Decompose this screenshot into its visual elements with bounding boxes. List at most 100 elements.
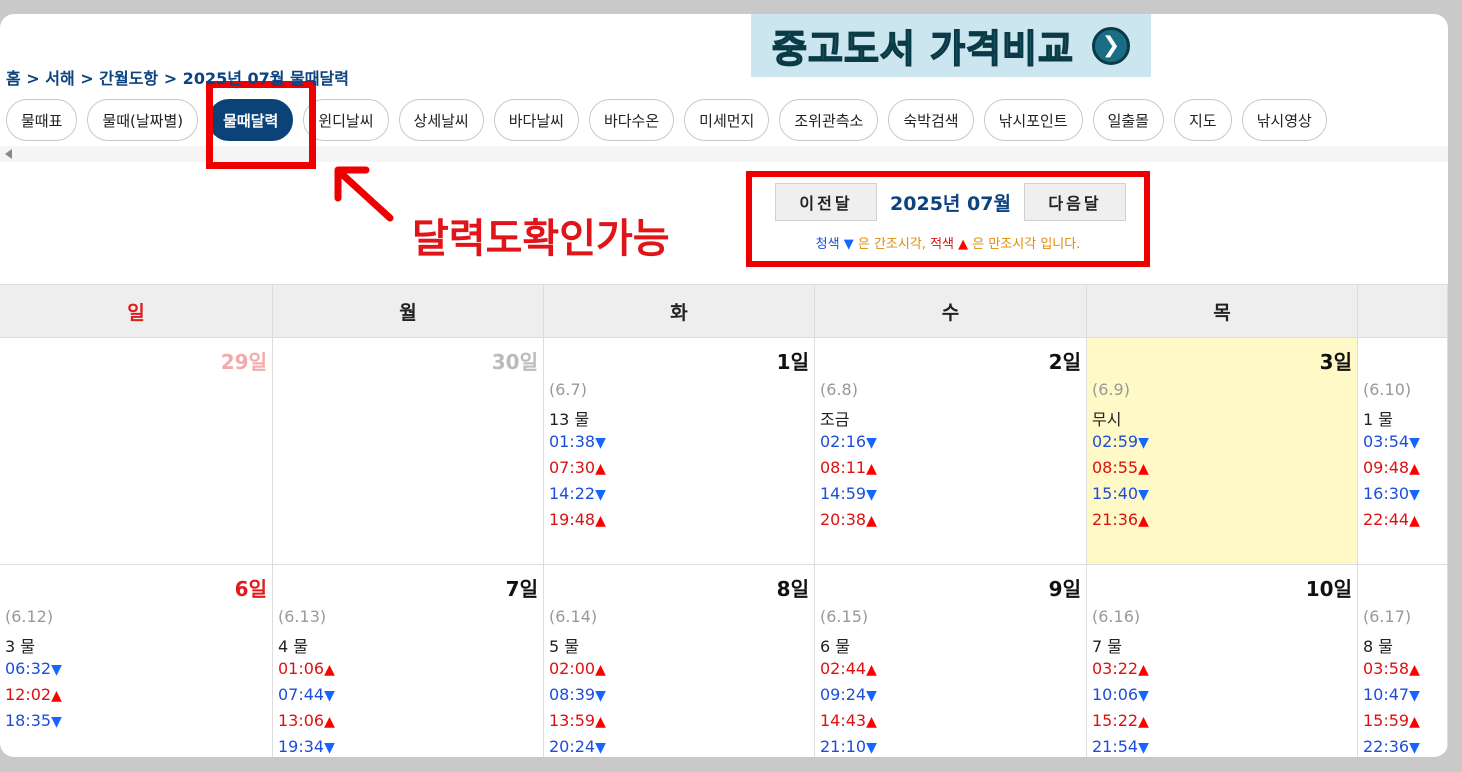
weekday-label: 일 — [0, 285, 273, 337]
tide-time-text: 19:34 — [278, 737, 325, 756]
up-triangle-icon: ▲ — [51, 688, 62, 704]
high-tide-time: 15:59▲ — [1363, 711, 1442, 737]
lunar-date: (6.14) — [549, 607, 598, 626]
tab-10[interactable]: 낚시포인트 — [983, 99, 1083, 141]
low-tide-time: 14:59▼ — [820, 484, 1081, 510]
low-tide-time: 08:39▼ — [549, 685, 809, 711]
calendar-day-cell[interactable]: (6.17) 8 물 03:58▲ 10:47▼ 15:59▲ 22:36▼ — [1358, 565, 1448, 757]
tide-time-text: 09:24 — [820, 685, 867, 704]
tab-4[interactable]: 상세날씨 — [398, 99, 484, 141]
calendar-day-cell[interactable]: 6일 (6.12) 3 물 06:32▼ 12:02▲ 18:35▼ — [0, 565, 273, 757]
down-triangle-icon: ▼ — [866, 688, 877, 704]
calendar-body: 29일 30일 1일 (6.7) 13 물 01:38▼ 07:30▲ 14:22▼ 19:48… — [0, 338, 1448, 757]
page-card: 중고도서 가격비교 ❯ 홈 > 서해 > 간월도항 > 2025년 07월 물때… — [0, 14, 1448, 757]
lunar-date: (6.13) — [278, 607, 327, 626]
calendar-day-cell[interactable]: 9일 (6.15) 6 물 02:44▲ 09:24▼ 14:43▲ 21:10▼ — [815, 565, 1087, 757]
highlight-box-calendar-tab — [206, 81, 316, 169]
high-tide-time: 21:36▲ — [1092, 510, 1352, 536]
tide-phase: 13 물 — [549, 410, 590, 429]
tide-phase: 조금 — [820, 410, 850, 429]
tab-6[interactable]: 바다수온 — [588, 99, 675, 141]
tab-12[interactable]: 지도 — [1173, 99, 1232, 141]
tab-5[interactable]: 바다날씨 — [493, 99, 579, 141]
lunar-date: (6.8) — [820, 380, 858, 399]
calendar-day-cell[interactable]: 3일 (6.9) 무시 02:59▼ 08:55▲ 15:40▼ 21:36▲ — [1087, 338, 1358, 564]
tab-8[interactable]: 조위관측소 — [779, 99, 879, 141]
high-tide-time: 19:48▲ — [549, 510, 809, 536]
low-tide-time: 14:22▼ — [549, 484, 809, 510]
next-month-button[interactable]: 다음달 — [1024, 183, 1126, 221]
up-triangle-icon: ▲ — [866, 513, 877, 529]
tide-time-text: 14:22 — [549, 484, 596, 503]
day-number — [1363, 346, 1442, 376]
ad-banner[interactable]: 중고도서 가격비교 ❯ — [751, 14, 1151, 77]
high-tide-time: 13:06▲ — [278, 711, 538, 737]
calendar-day-cell[interactable]: (6.10) 1 물 03:54▼ 09:48▲ 16:30▼ 22:44▲ — [1358, 338, 1448, 564]
calendar-day-cell[interactable]: 2일 (6.8) 조금 02:16▼ 08:11▲ 14:59▼ 20:38▲ — [815, 338, 1087, 564]
tab-13[interactable]: 낚시영상 — [1241, 99, 1327, 141]
down-triangle-icon: ▼ — [51, 662, 62, 678]
annotation-text: 달력도확인가능 — [412, 216, 670, 262]
low-tide-time: 15:40▼ — [1092, 484, 1352, 510]
low-tide-time: 18:35▼ — [5, 711, 267, 737]
calendar-day-cell[interactable]: 30일 — [273, 338, 544, 564]
up-triangle-icon: ▲ — [1138, 714, 1149, 730]
day-number: 30일 — [491, 350, 538, 374]
tide-time-text: 07:44 — [278, 685, 325, 704]
high-tide-time: 03:22▲ — [1092, 659, 1352, 685]
up-triangle-icon: ▲ — [1409, 513, 1420, 529]
weekday-label: 화 — [544, 285, 815, 337]
tide-time-text: 13:06 — [278, 711, 325, 730]
tide-time-text: 02:59 — [1092, 432, 1139, 451]
tide-phase: 6 물 — [820, 637, 850, 656]
lunar-date: (6.10) — [1363, 380, 1412, 399]
tide-phase: 3 물 — [5, 637, 35, 656]
legend-red-label: 적색 — [930, 237, 954, 252]
calendar-day-cell[interactable]: 8일 (6.14) 5 물 02:00▲ 08:39▼ 13:59▲ 20:24▼ — [544, 565, 815, 757]
tide-phase: 5 물 — [549, 637, 579, 656]
tab-9[interactable]: 숙박검색 — [888, 99, 974, 141]
tide-time-text: 07:30 — [549, 458, 596, 477]
tide-time-text: 19:48 — [549, 510, 596, 529]
calendar-day-cell[interactable]: 1일 (6.7) 13 물 01:38▼ 07:30▲ 14:22▼ 19:48▲ — [544, 338, 815, 564]
tab-7[interactable]: 미세먼지 — [684, 99, 770, 141]
tab-1[interactable]: 물때(날짜별) — [87, 99, 199, 141]
tide-time-text: 10:47 — [1363, 685, 1410, 704]
high-tide-time: 02:44▲ — [820, 659, 1081, 685]
tab-3[interactable]: 윈디날씨 — [303, 99, 389, 141]
low-tide-time: 02:59▼ — [1092, 432, 1352, 458]
up-triangle-icon: ▲ — [324, 662, 335, 678]
up-triangle-icon: ▲ — [324, 714, 335, 730]
scroll-left-arrow-icon[interactable] — [5, 149, 12, 159]
tide-time-text: 20:38 — [820, 510, 867, 529]
up-triangle-icon: ▲ — [595, 461, 606, 477]
lunar-date: (6.9) — [1092, 380, 1130, 399]
high-tide-time: 14:43▲ — [820, 711, 1081, 737]
down-triangle-icon: ▼ — [866, 740, 877, 756]
down-triangle-icon: ▼ — [324, 740, 335, 756]
prev-month-button[interactable]: 이전달 — [775, 183, 877, 221]
tide-time-text: 01:38 — [549, 432, 596, 451]
calendar-day-cell[interactable]: 29일 — [0, 338, 273, 564]
lunar-date: (6.16) — [1092, 607, 1141, 626]
calendar-day-cell[interactable]: 10일 (6.16) 7 물 03:22▲ 10:06▼ 15:22▲ 21:54▼ — [1087, 565, 1358, 757]
tide-time-text: 16:30 — [1363, 484, 1410, 503]
tab-0[interactable]: 물때표 — [6, 99, 78, 141]
up-triangle-icon: ▲ — [1138, 461, 1149, 477]
up-triangle-icon: ▲ — [1409, 461, 1420, 477]
breadcrumb[interactable]: 홈 > 서해 > 간월도항 > 2025년 07월 물때달력 — [6, 65, 349, 89]
high-tide-time: 09:48▲ — [1363, 458, 1442, 484]
calendar-day-cell[interactable]: 7일 (6.13) 4 물 01:06▲ 07:44▼ 13:06▲ 19:34▼ — [273, 565, 544, 757]
day-number — [1363, 573, 1442, 603]
up-triangle-icon: ▲ — [1409, 662, 1420, 678]
tab-nav: 물때표 물때(날짜별) 물때달력 윈디날씨 상세날씨 바다날씨 바다수온 미세먼지 조위관측소 숙… — [6, 99, 1327, 141]
high-tide-time: 13:59▲ — [549, 711, 809, 737]
legend-text-low: 은 간조시각, — [853, 237, 931, 252]
day-number: 6일 — [234, 577, 267, 601]
tide-legend: 청색 ▼ 은 간조시각, 적색 ▲ 은 만조시각 입니다. — [760, 233, 1136, 252]
low-tide-time: 01:38▼ — [549, 432, 809, 458]
tide-time-text: 14:43 — [820, 711, 867, 730]
down-triangle-icon: ▼ — [1138, 435, 1149, 451]
tab-11[interactable]: 일출몰 — [1092, 99, 1164, 141]
low-tide-time: 21:54▼ — [1092, 737, 1352, 757]
